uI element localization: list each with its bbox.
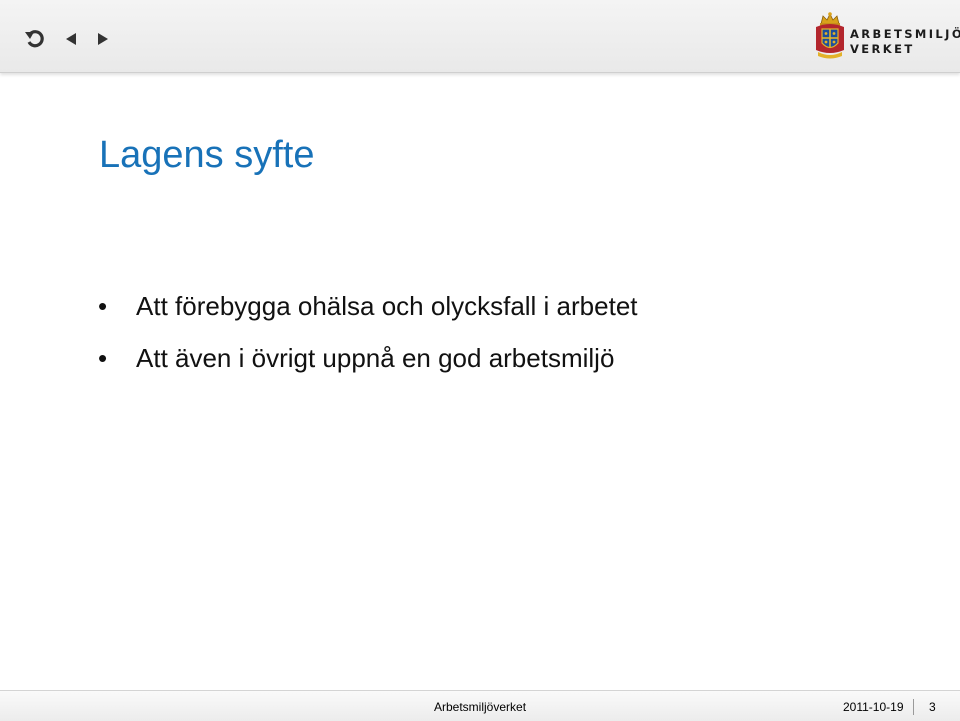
- bullet-text: Att även i övrigt uppnå en god arbetsmil…: [136, 343, 615, 373]
- bullet-text: Att förebygga ohälsa och olycksfall i ar…: [136, 291, 638, 321]
- bullet-icon: •: [98, 343, 108, 373]
- footer-date: 2011-10-19: [843, 700, 904, 714]
- bullet-icon: •: [98, 291, 108, 321]
- slide-footer: Arbetsmiljöverket 2011-10-19 3: [0, 690, 960, 721]
- coat-of-arms-icon: [816, 12, 844, 59]
- top-navigation-bar: ARBETSMILJÖ VERKET: [0, 0, 960, 73]
- previous-arrow-icon[interactable]: [60, 28, 82, 50]
- footer-divider: [913, 699, 914, 715]
- next-arrow-icon[interactable]: [92, 28, 114, 50]
- logo-text-line1: ARBETSMILJÖ: [850, 27, 960, 41]
- footer-organization: Arbetsmiljöverket: [434, 700, 527, 714]
- footer-page-number: 3: [929, 700, 936, 714]
- slide-title: Lagens syfte: [99, 134, 315, 176]
- return-icon[interactable]: [24, 28, 46, 50]
- logo-text-line2: VERKET: [850, 42, 915, 56]
- arbetsmiljoverket-logo: ARBETSMILJÖ VERKET: [814, 10, 960, 62]
